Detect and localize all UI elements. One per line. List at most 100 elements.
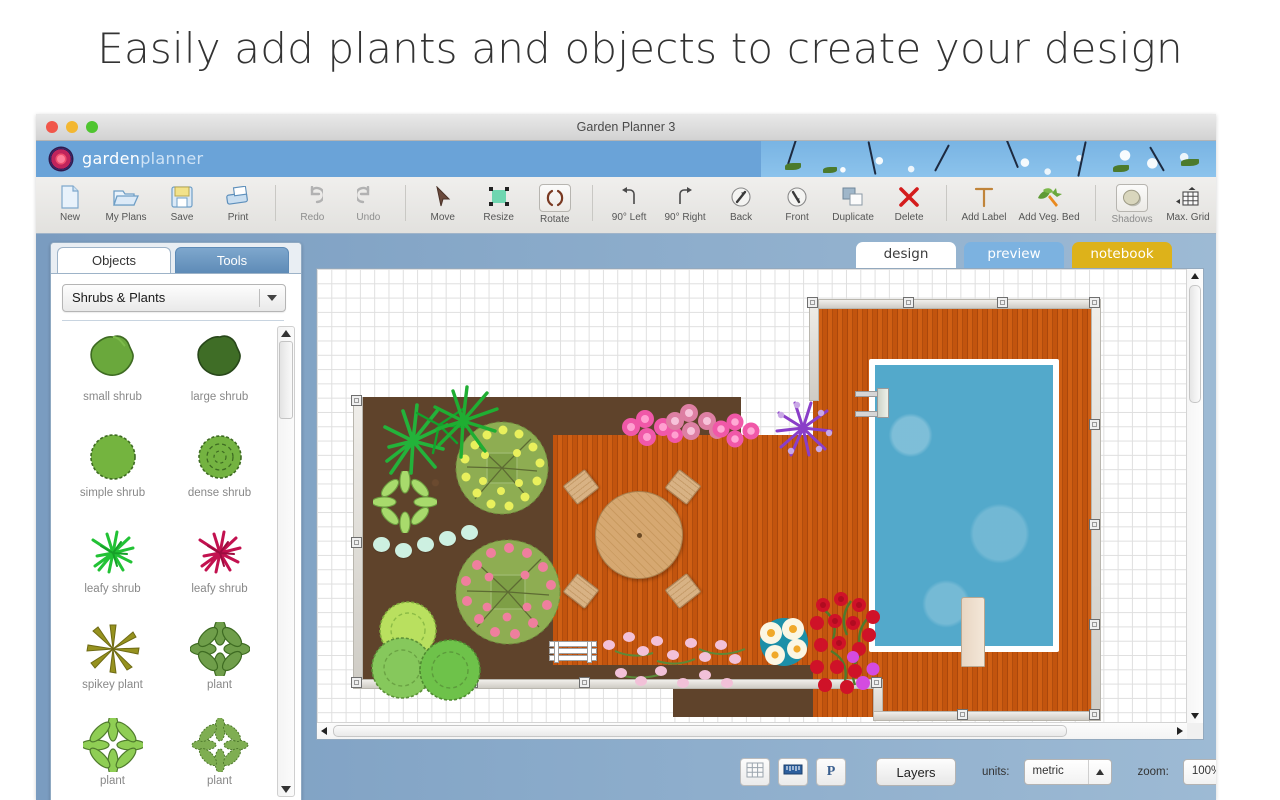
list-item[interactable]: leafy shrub	[59, 518, 166, 614]
front-button[interactable]: Front	[769, 180, 825, 223]
purple-flower-cluster[interactable]	[769, 397, 837, 459]
selection-handle[interactable]	[1089, 709, 1100, 720]
list-item-label: plant	[207, 679, 232, 691]
undo-button[interactable]: Undo	[340, 180, 396, 223]
selection-handle[interactable]	[997, 297, 1008, 308]
red-rose-bed[interactable]	[803, 591, 887, 701]
print-button[interactable]: Print	[210, 180, 266, 223]
add-veg-bed-button[interactable]: Add Veg. Bed	[1012, 180, 1085, 223]
fence-boundary[interactable]	[809, 299, 1101, 309]
fence-boundary[interactable]	[1091, 299, 1101, 719]
design-area: design preview notebook	[316, 242, 1204, 800]
stepping-stones[interactable]	[395, 543, 412, 558]
selection-handle[interactable]	[351, 537, 362, 548]
new-button[interactable]: New	[42, 180, 98, 223]
selection-handle[interactable]	[579, 677, 590, 688]
chevron-up-icon[interactable]	[1096, 769, 1104, 775]
selection-handle[interactable]	[807, 297, 818, 308]
list-item[interactable]: plant	[59, 710, 166, 799]
scroll-left-arrow-icon[interactable]	[321, 727, 327, 735]
objects-scrollbar[interactable]	[277, 326, 295, 797]
rotate-left-button[interactable]: 90° Left	[601, 180, 657, 223]
resize-label: Resize	[483, 212, 514, 223]
zoom-select[interactable]: 100%	[1183, 759, 1216, 785]
toolbar-group-file: New My Plans Save	[42, 177, 266, 233]
plant-icon	[186, 620, 254, 678]
delete-x-icon	[898, 184, 920, 210]
selection-handle[interactable]	[351, 395, 362, 406]
selection-handle[interactable]	[1089, 297, 1100, 308]
ruler-toggle-button[interactable]	[778, 758, 808, 786]
selection-handle[interactable]	[1089, 519, 1100, 530]
tab-tools[interactable]: Tools	[175, 247, 289, 275]
bring-front-icon	[786, 184, 808, 210]
green-leafy-shrub[interactable]	[425, 379, 503, 461]
selection-handle[interactable]	[1089, 619, 1100, 630]
selection-handle[interactable]	[351, 677, 362, 688]
selection-handle[interactable]	[1089, 419, 1100, 430]
new-document-icon	[60, 184, 80, 210]
add-label-button[interactable]: Add Label	[955, 180, 1012, 223]
delete-button[interactable]: Delete	[881, 180, 937, 223]
selection-handle[interactable]	[957, 709, 968, 720]
list-item[interactable]: simple shrub	[59, 422, 166, 518]
list-item[interactable]: leafy shrub	[166, 518, 273, 614]
scroll-up-arrow-icon[interactable]	[281, 330, 291, 337]
green-leafy-shrub[interactable]	[413, 637, 487, 703]
redo-button[interactable]: Redo	[284, 180, 340, 223]
stepping-stones[interactable]	[373, 537, 390, 552]
scroll-down-arrow-icon[interactable]	[1191, 713, 1199, 719]
tab-preview[interactable]: preview	[964, 242, 1064, 268]
resize-button[interactable]: Resize	[471, 180, 527, 223]
list-item[interactable]: plant	[166, 614, 273, 710]
pink-flower-cluster[interactable]	[595, 625, 765, 693]
scrollbar-thumb[interactable]	[1189, 285, 1201, 403]
units-select[interactable]: metric	[1024, 759, 1112, 785]
plant[interactable]	[373, 471, 437, 533]
plant-icon	[79, 716, 147, 774]
back-button[interactable]: Back	[713, 180, 769, 223]
selection-handle[interactable]	[903, 297, 914, 308]
tab-notebook[interactable]: notebook	[1072, 242, 1172, 268]
stepping-stones[interactable]	[417, 537, 434, 552]
round-patio-table[interactable]	[595, 491, 683, 579]
pool-ladder[interactable]	[855, 387, 895, 419]
scroll-down-arrow-icon[interactable]	[281, 786, 291, 793]
list-item[interactable]: spikey plant	[59, 614, 166, 710]
list-item[interactable]: small shrub	[59, 326, 166, 422]
list-item[interactable]: dense shrub	[166, 422, 273, 518]
rotate-button[interactable]: Rotate	[527, 180, 583, 225]
list-item[interactable]: large shrub	[166, 326, 273, 422]
max-grid-button[interactable]: Max. Grid	[1160, 180, 1216, 223]
status-bar: P Layers units: metric zoom: 100%	[316, 744, 1204, 800]
category-select-value: Shrubs & Plants	[72, 285, 165, 311]
pdf-export-button[interactable]: P	[816, 758, 846, 786]
save-button[interactable]: Save	[154, 180, 210, 223]
scrollbar-thumb[interactable]	[333, 725, 1067, 737]
leafy-shrub-green-icon	[79, 524, 147, 582]
flowering-tree[interactable]	[453, 537, 563, 647]
rotate-right-button[interactable]: 90° Right	[657, 180, 713, 223]
canvas-horizontal-scrollbar[interactable]	[317, 722, 1187, 739]
garden-design-canvas[interactable]	[317, 269, 1187, 723]
grid-toggle-button[interactable]	[740, 758, 770, 786]
layers-button[interactable]: Layers	[876, 758, 956, 786]
tab-design[interactable]: design	[856, 242, 956, 268]
move-button[interactable]: Move	[415, 180, 471, 223]
fence-boundary[interactable]	[873, 711, 1101, 721]
tab-objects[interactable]: Objects	[57, 247, 171, 274]
canvas-vertical-scrollbar[interactable]	[1186, 269, 1203, 723]
duplicate-button[interactable]: Duplicate	[825, 180, 881, 223]
my-plans-button[interactable]: My Plans	[98, 180, 154, 223]
brand-name-bold: garden	[82, 149, 140, 168]
scrollbar-thumb[interactable]	[279, 341, 293, 419]
scroll-right-arrow-icon[interactable]	[1177, 727, 1183, 735]
diving-board[interactable]	[961, 597, 985, 667]
category-select[interactable]: Shrubs & Plants	[62, 284, 286, 312]
list-item[interactable]: plant	[166, 710, 273, 799]
objects-panel: Objects Tools Shrubs & Plants	[50, 242, 302, 800]
fence-boundary[interactable]	[809, 299, 819, 401]
shadows-button[interactable]: Shadows	[1104, 180, 1160, 225]
pink-flower-cluster[interactable]	[709, 409, 767, 455]
scroll-up-arrow-icon[interactable]	[1191, 273, 1199, 279]
